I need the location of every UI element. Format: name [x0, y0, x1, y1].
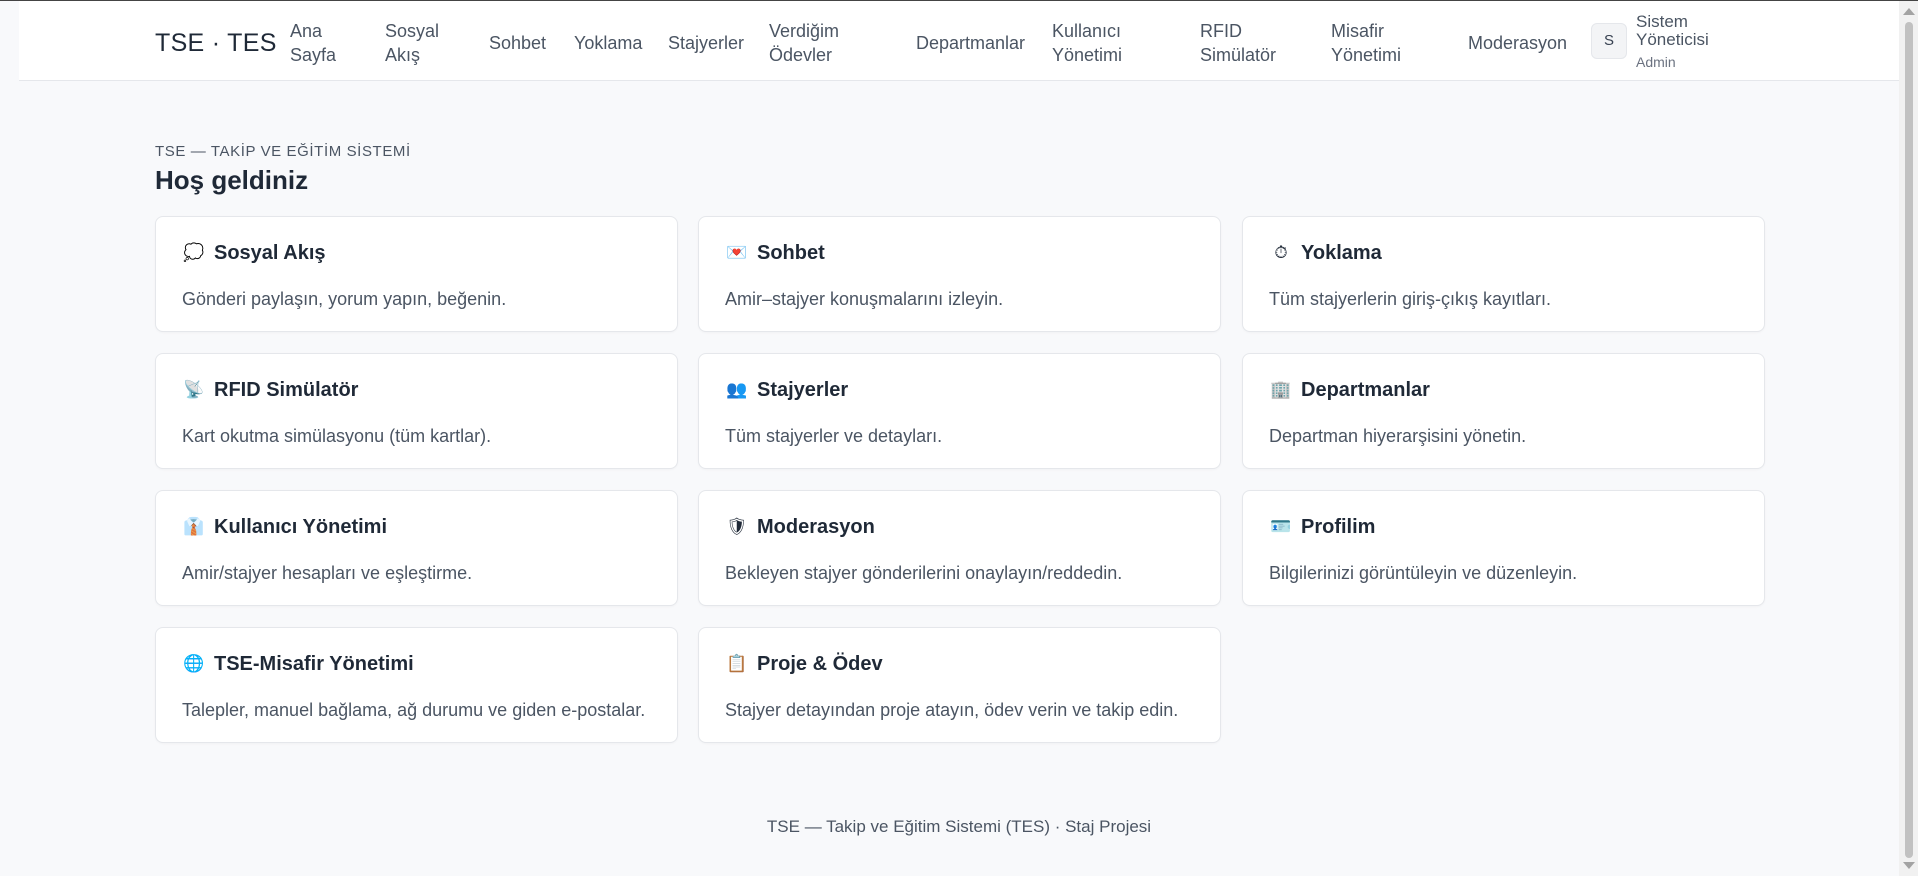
brand-logo-text[interactable]: TSE · TES [155, 29, 277, 58]
card-interns[interactable]: 👥 Stajyerler Tüm stajyerler ve detayları… [698, 353, 1221, 469]
card-title: Sohbet [757, 241, 825, 264]
heart-letter-icon: 💌 [726, 243, 748, 263]
office-building-icon: 🏢 [1270, 380, 1292, 400]
user-avatar[interactable]: S [1591, 23, 1627, 59]
card-moderation[interactable]: 🛡 Moderasyon Bekleyen stajyer gönderiler… [698, 490, 1221, 606]
card-description: Kart okutma simülasyonu (tüm kartlar). [182, 426, 492, 446]
card-title: Proje & Ödev [757, 652, 883, 675]
card-title: RFID Simülatör [214, 378, 359, 401]
card-user-management[interactable]: 👔 Kullanıcı Yönetimi Amir/stajyer hesapl… [155, 490, 678, 606]
user-name[interactable]: Sistem Yöneticisi [1636, 13, 1709, 49]
card-description: Stajyer detayından proje atayın, ödev ve… [725, 700, 1179, 720]
nav-item-user-management[interactable]: Kullanıcı Yönetimi [1052, 19, 1122, 67]
card-title: Kullanıcı Yönetimi [214, 515, 387, 538]
card-description: Amir/stajyer hesapları ve eşleştirme. [182, 563, 473, 583]
card-profile[interactable]: 🪪 Profilim Bilgilerinizi görüntüleyin ve… [1242, 490, 1765, 606]
card-title: Yoklama [1301, 241, 1382, 264]
globe-icon: 🌐 [183, 654, 205, 674]
card-description: Amir–stajyer konuşmalarını izleyin. [725, 289, 1004, 309]
office-worker-icon: 👔 [183, 517, 205, 537]
nav-item-moderation[interactable]: Moderasyon [1468, 31, 1567, 55]
card-title: Departmanlar [1301, 378, 1430, 401]
card-social-feed[interactable]: 💭 Sosyal Akış Gönderi paylaşın, yorum ya… [155, 216, 678, 332]
scroll-down-arrow-icon[interactable] [1903, 862, 1915, 869]
page-title: Hoş geldiniz [155, 165, 309, 195]
card-description: Departman hiyerarşisini yönetin. [1269, 426, 1527, 446]
satellite-dish-icon: 📡 [183, 380, 205, 400]
card-attendance[interactable]: ⏱ Yoklama Tüm stajyerlerin giriş-çıkış k… [1242, 216, 1765, 332]
top-navbar: TSE · TES Ana Sayfa Sosyal Akış Sohbet Y… [19, 1, 1899, 81]
nav-item-home[interactable]: Ana Sayfa [290, 19, 336, 67]
nav-item-interns[interactable]: Stajyerler [668, 31, 744, 55]
card-guest-management[interactable]: 🌐 TSE-Misafir Yönetimi Talepler, manuel … [155, 627, 678, 743]
card-title: Profilim [1301, 515, 1376, 538]
clipboard-icon: 📋 [726, 654, 748, 674]
vertical-scrollbar-thumb[interactable] [1905, 22, 1913, 858]
card-project-assignment[interactable]: 📋 Proje & Ödev Stajyer detayından proje … [698, 627, 1221, 743]
user-role: Admin [1636, 54, 1676, 70]
card-rfid-simulator[interactable]: 📡 RFID Simülatör Kart okutma simülasyonu… [155, 353, 678, 469]
nav-item-chat[interactable]: Sohbet [489, 31, 546, 55]
card-description: Tüm stajyerlerin giriş-çıkış kayıtları. [1269, 289, 1552, 309]
card-title: TSE-Misafir Yönetimi [214, 652, 414, 675]
card-description: Bekleyen stajyer gönderilerini onaylayın… [725, 563, 1123, 583]
card-title: Stajyerler [757, 378, 849, 401]
stopwatch-icon: ⏱ [1274, 243, 1288, 263]
card-chat[interactable]: 💌 Sohbet Amir–stajyer konuşmalarını izle… [698, 216, 1221, 332]
nav-item-attendance[interactable]: Yoklama [574, 31, 642, 55]
nav-item-rfid-simulator[interactable]: RFID Simülatör [1200, 19, 1276, 67]
page-footer: TSE — Takip ve Eğitim Sistemi (TES) · St… [766, 817, 1152, 836]
id-card-icon: 🪪 [1270, 517, 1292, 537]
card-description: Talepler, manuel bağlama, ağ durumu ve g… [182, 700, 646, 720]
nav-item-guest-management[interactable]: Misafir Yönetimi [1331, 19, 1401, 67]
scroll-up-arrow-icon[interactable] [1903, 8, 1915, 15]
speech-bubble-icon: 💭 [183, 243, 205, 263]
people-icon: 👥 [726, 380, 748, 400]
card-description: Tüm stajyerler ve detayları. [725, 426, 943, 446]
page-eyebrow: TSE — TAKİP VE EĞİTİM SİSTEMİ [155, 143, 411, 160]
card-description: Gönderi paylaşın, yorum yapın, beğenin. [182, 289, 507, 309]
nav-item-social-feed[interactable]: Sosyal Akış [385, 19, 439, 67]
card-title: Moderasyon [757, 515, 875, 538]
nav-item-assigned-tasks[interactable]: Verdiğim Ödevler [769, 19, 839, 67]
shield-icon: 🛡 [726, 517, 748, 537]
nav-item-departments[interactable]: Departmanlar [916, 31, 1025, 55]
card-departments[interactable]: 🏢 Departmanlar Departman hiyerarşisini y… [1242, 353, 1765, 469]
card-title: Sosyal Akış [214, 241, 326, 264]
card-description: Bilgilerinizi görüntüleyin ve düzenleyin… [1269, 563, 1578, 583]
